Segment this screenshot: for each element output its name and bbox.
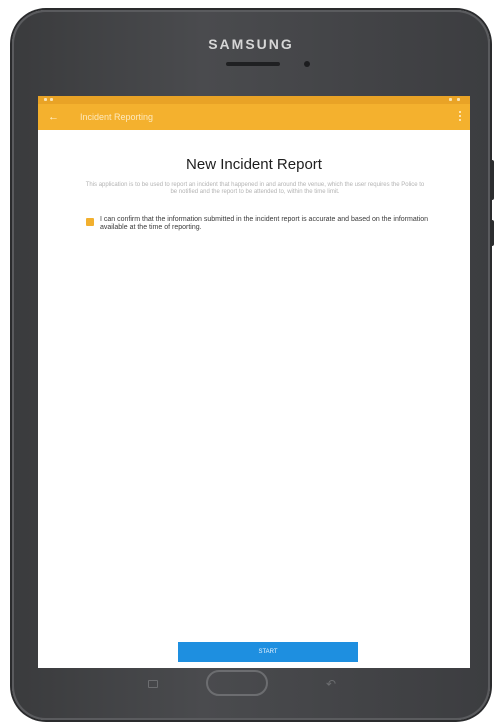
more-vert-icon[interactable] <box>458 111 462 123</box>
battery-icon <box>457 98 460 101</box>
notification-icon <box>44 98 47 101</box>
confirm-label: I can confirm that the information submi… <box>100 216 429 231</box>
confirm-checkbox[interactable] <box>86 218 94 226</box>
page-description: This application is to be used to report… <box>85 182 425 195</box>
app-title: Incident Reporting <box>80 112 154 122</box>
arrow-back-icon[interactable]: ← <box>48 110 62 124</box>
home-button[interactable] <box>206 670 268 696</box>
status-bar <box>38 96 470 104</box>
tablet-device: SAMSUNG ← Incident Reporting New Inciden… <box>12 10 494 720</box>
start-button[interactable]: START <box>178 642 358 662</box>
notification-icon <box>50 98 53 101</box>
app-toolbar: ← Incident Reporting <box>38 104 470 130</box>
recent-apps-icon[interactable] <box>148 680 158 688</box>
brand-logo: SAMSUNG <box>208 36 294 52</box>
volume-button[interactable] <box>490 160 494 200</box>
earpiece-speaker <box>226 62 280 66</box>
power-button[interactable] <box>490 220 494 246</box>
back-arrow-icon[interactable]: ↶ <box>326 678 340 690</box>
signal-icon <box>449 98 452 101</box>
app-screen: ← Incident Reporting New Incident Report… <box>38 96 470 668</box>
front-camera <box>304 61 310 67</box>
page-title: New Incident Report <box>186 156 322 173</box>
